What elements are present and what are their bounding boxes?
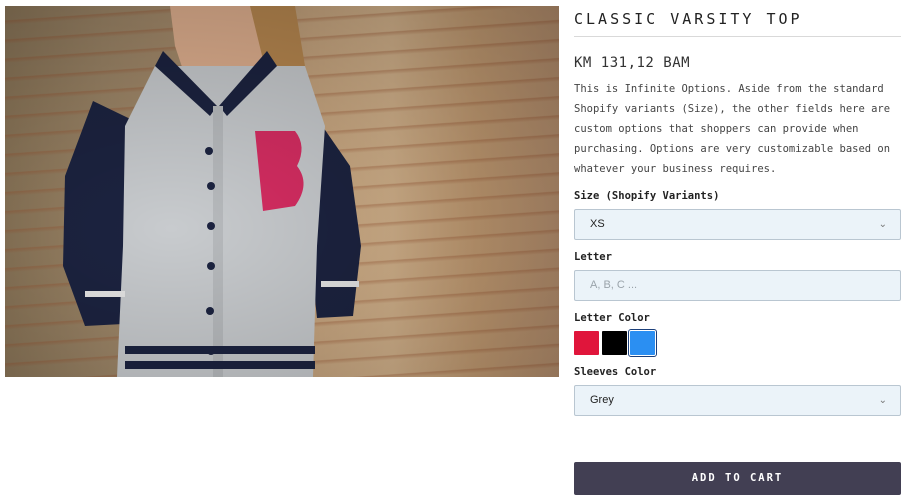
letter-color-red-swatch[interactable] [574,331,599,355]
letter-input[interactable]: A, B, C ... [574,270,901,301]
sleeves-color-select[interactable]: Grey ⌄ [574,385,901,416]
letter-label: Letter [574,251,612,263]
product-description: This is Infinite Options. Aside from the… [574,83,891,175]
product-title: CLASSIC VARSITY TOP [574,10,901,37]
chevron-down-icon: ⌄ [878,219,887,230]
letter-color-blue-swatch[interactable] [628,329,657,357]
letter-color-label: Letter Color [574,312,650,324]
letter-color-swatches [574,329,901,357]
size-value: XS [590,218,605,230]
product-price: KM 131,12 BAM [574,55,691,71]
size-select[interactable]: XS ⌄ [574,209,901,240]
add-to-cart-button[interactable]: ADD TO CART [574,462,901,495]
product-panel: CLASSIC VARSITY TOP KM 131,12 BAM This i… [574,6,901,416]
sleeves-color-label: Sleeves Color [574,366,657,378]
size-label: Size (Shopify Variants) [574,190,720,202]
chevron-down-icon: ⌄ [878,395,887,406]
product-image [5,6,559,377]
letter-color-black-swatch[interactable] [602,331,627,355]
sleeves-color-value: Grey [590,394,614,406]
